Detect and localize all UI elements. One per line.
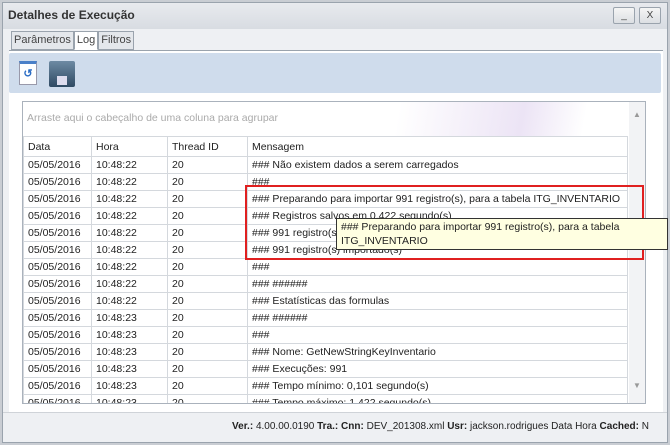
toolbar: ↺ — [9, 53, 661, 93]
cell-thread-id: 20 — [167, 309, 248, 327]
cell-hora: 10:48:23 — [91, 394, 168, 403]
cell-thread-id: 20 — [167, 275, 248, 293]
table-row[interactable]: 05/05/2016 10:48:23 20 ### Tempo mínimo: 0,… — [23, 377, 628, 395]
cell-data: 05/05/2016 — [23, 292, 92, 310]
cell-mensagem: ### — [247, 258, 628, 276]
cell-thread-id: 20 — [167, 258, 248, 276]
column-header-thread-id[interactable]: Thread ID — [167, 136, 248, 157]
cell-mensagem: ### ###### — [247, 309, 628, 327]
cell-mensagem: ### — [247, 326, 628, 344]
cell-hora: 10:48:22 — [91, 190, 168, 208]
cell-hora: 10:48:22 — [91, 173, 168, 191]
cell-thread-id: 20 — [167, 156, 248, 174]
window-title: Detalhes de Execução — [3, 3, 667, 29]
cell-thread-id: 20 — [167, 173, 248, 191]
table-row[interactable]: 05/05/2016 10:48:22 20 ### ###### — [23, 275, 628, 293]
cell-mensagem: ### Estatísticas das formulas — [247, 292, 628, 310]
ver-label: Ver.: — [232, 421, 254, 432]
minimize-button[interactable]: _ — [613, 7, 635, 24]
cell-hora: 10:48:22 — [91, 224, 168, 242]
table-row[interactable]: 05/05/2016 10:48:23 20 ### Tempo máximo: 1,… — [23, 394, 628, 403]
column-header-data[interactable]: Data — [23, 136, 92, 157]
cell-thread-id: 20 — [167, 190, 248, 208]
cell-data: 05/05/2016 — [23, 190, 92, 208]
cell-hora: 10:48:22 — [91, 207, 168, 225]
cell-data: 05/05/2016 — [23, 326, 92, 344]
cell-data: 05/05/2016 — [23, 224, 92, 242]
table-row[interactable]: 05/05/2016 10:48:22 20 ### Não existem dado… — [23, 156, 628, 174]
cell-data: 05/05/2016 — [23, 275, 92, 293]
cell-hora: 10:48:22 — [91, 241, 168, 259]
data-status: Data — [551, 421, 573, 432]
cell-data: 05/05/2016 — [23, 258, 92, 276]
cell-data: 05/05/2016 — [23, 360, 92, 378]
usr-value: jackson.rodrigues — [470, 421, 549, 432]
cell-mensagem: ### Tempo máximo: 1,422 segundo(s) — [247, 394, 628, 403]
cached-label: Cached: — [599, 421, 639, 432]
cell-thread-id: 20 — [167, 241, 248, 259]
cell-mensagem: ### Tempo mínimo: 0,101 segundo(s) — [247, 377, 628, 395]
cell-data: 05/05/2016 — [23, 377, 92, 395]
table-row[interactable]: 05/05/2016 10:48:23 20 ### Execuções: 991 — [23, 360, 628, 378]
table-row[interactable]: 05/05/2016 10:48:23 20 ### ###### — [23, 309, 628, 327]
cell-hora: 10:48:22 — [91, 258, 168, 276]
cell-data: 05/05/2016 — [23, 241, 92, 259]
cell-thread-id: 20 — [167, 343, 248, 361]
cell-data: 05/05/2016 — [23, 309, 92, 327]
cell-hora: 10:48:23 — [91, 326, 168, 344]
table-row[interactable]: 05/05/2016 10:48:22 20 ### Estatísticas das… — [23, 292, 628, 310]
message-tooltip: ### Preparando para importar 991 registr… — [336, 218, 668, 250]
cell-mensagem: ### Nome: GetNewStringKeyInventario — [247, 343, 628, 361]
cell-hora: 10:48:22 — [91, 275, 168, 293]
cell-mensagem: ### ###### — [247, 275, 628, 293]
cnn-label: Cnn: — [341, 421, 364, 432]
cell-thread-id: 20 — [167, 224, 248, 242]
cell-thread-id: 20 — [167, 326, 248, 344]
table-row[interactable]: 05/05/2016 10:48:22 20 ### — [23, 258, 628, 276]
tab-log[interactable]: Log — [73, 31, 99, 50]
close-button[interactable]: X — [639, 7, 661, 24]
cell-data: 05/05/2016 — [23, 207, 92, 225]
cell-thread-id: 20 — [167, 394, 248, 403]
cell-hora: 10:48:22 — [91, 292, 168, 310]
group-by-panel[interactable]: Arraste aqui o cabeçalho de uma coluna p… — [23, 102, 645, 136]
cell-data: 05/05/2016 — [23, 394, 92, 403]
save-icon[interactable] — [49, 61, 75, 87]
ver-value: 4.00.00.0190 — [255, 421, 315, 432]
cell-hora: 10:48:22 — [91, 156, 168, 174]
usr-label: Usr: — [447, 421, 468, 432]
status-bar: Ver.: 4.00.00.0190 Tra.: Cnn: DEV_201308… — [3, 412, 667, 442]
cell-data: 05/05/2016 — [23, 173, 92, 191]
cell-hora: 10:48:23 — [91, 343, 168, 361]
column-header-hora[interactable]: Hora — [91, 136, 168, 157]
cell-hora: 10:48:23 — [91, 377, 168, 395]
tab-bar: Parâmetros Log Filtros — [11, 31, 135, 51]
log-table: Data Hora Thread ID Mensagem 05/05/2016 1… — [23, 136, 628, 403]
cell-hora: 10:48:23 — [91, 309, 168, 327]
cell-hora: 10:48:23 — [91, 360, 168, 378]
cell-thread-id: 20 — [167, 377, 248, 395]
cell-thread-id: 20 — [167, 207, 248, 225]
column-header-mensagem[interactable]: Mensagem — [247, 136, 628, 157]
cached-value: N — [641, 421, 649, 432]
table-row[interactable]: 05/05/2016 10:48:23 20 ### — [23, 326, 628, 344]
cnn-value: DEV_201308.xml — [366, 421, 445, 432]
cell-mensagem: ### Não existem dados a serem carregados — [247, 156, 628, 174]
tab-filtros[interactable]: Filtros — [98, 31, 135, 50]
cell-data: 05/05/2016 — [23, 343, 92, 361]
table-row[interactable]: 05/05/2016 10:48:23 20 ### Nome: GetNewStri… — [23, 343, 628, 361]
tab-parametros[interactable]: Parâmetros — [11, 31, 74, 50]
cell-mensagem: ### Execuções: 991 — [247, 360, 628, 378]
tra-label: Tra.: — [317, 421, 339, 432]
refresh-icon[interactable]: ↺ — [19, 61, 37, 85]
hora-status: Hora — [575, 421, 597, 432]
cell-thread-id: 20 — [167, 292, 248, 310]
cell-data: 05/05/2016 — [23, 156, 92, 174]
cell-thread-id: 20 — [167, 360, 248, 378]
